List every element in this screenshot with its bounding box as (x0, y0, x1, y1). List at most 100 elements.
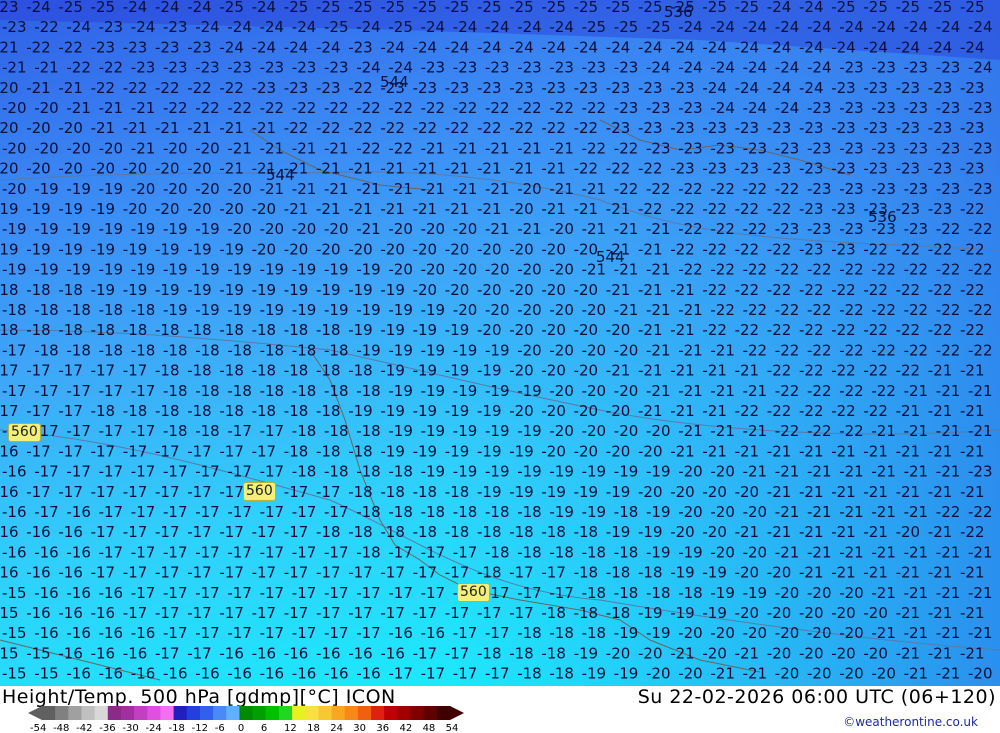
temperature-value: -20 (702, 483, 727, 501)
temperature-value: -21 (960, 644, 985, 662)
temperature-map: -23-24-25-25-24-24-24-25-24-25-25-25-25-… (0, 0, 1000, 686)
temperature-value: -17 (2, 382, 27, 400)
temperature-value: -19 (219, 281, 244, 299)
temperature-value: -20 (477, 240, 502, 258)
temperature-value: -21 (896, 483, 921, 501)
temperature-value: -21 (260, 139, 285, 157)
temperature-value: -24 (831, 38, 856, 56)
temperature-value: -17 (445, 604, 470, 622)
temperature-value: -21 (380, 160, 405, 178)
temperature-value: -18 (582, 543, 607, 561)
temperature-value: -22 (509, 119, 534, 137)
temperature-value: -23 (960, 160, 985, 178)
temperature-value: -19 (380, 442, 405, 460)
temperature-value: -20 (477, 321, 502, 339)
temperature-value: -24 (735, 38, 760, 56)
temperature-value: -17 (413, 604, 438, 622)
temperature-value: -25 (831, 0, 856, 16)
temperature-value: -18 (252, 402, 277, 420)
temperature-value: -17 (509, 604, 534, 622)
temperature-value: -20 (541, 442, 566, 460)
temperature-value: -23 (187, 38, 212, 56)
temperature-value: -21 (421, 139, 446, 157)
temperature-value: -23 (477, 79, 502, 97)
temperature-value: -21 (960, 604, 985, 622)
temperature-value: -20 (646, 422, 671, 440)
credit-link[interactable]: ©weatherontine.co.uk (843, 715, 978, 729)
height-label: 536 (664, 3, 693, 21)
temperature-value: -23 (227, 59, 252, 77)
temperature-value: -22 (767, 402, 792, 420)
temperature-value: -22 (292, 99, 317, 117)
temperature-value: -21 (928, 644, 953, 662)
temperature-value: -24 (227, 18, 252, 36)
temperature-value: -22 (549, 99, 574, 117)
temperature-value: -17 (453, 543, 478, 561)
temperature-value: -20 (775, 665, 800, 683)
temperature-value: -21 (968, 624, 993, 642)
temperature-value: -22 (670, 200, 695, 218)
temperature-value: -19 (91, 240, 116, 258)
temperature-value: -17 (509, 564, 534, 582)
temperature-value: -17 (163, 503, 188, 521)
temperature-value: -21 (831, 523, 856, 541)
temperature-value: -21 (799, 483, 824, 501)
temperature-value: -22 (871, 382, 896, 400)
temperature-value: -17 (187, 564, 212, 582)
temperature-value: -23 (678, 139, 703, 157)
temperature-value: -21 (904, 503, 929, 521)
temperature-value: -23 (574, 79, 599, 97)
temperature-value: -19 (646, 543, 671, 561)
temperature-value: -24 (807, 18, 832, 36)
temperature-value: -22 (517, 99, 542, 117)
scale-swatch (410, 706, 425, 720)
temperature-value: -17 (99, 382, 124, 400)
temperature-value: -17 (227, 422, 252, 440)
temperature-value: -17 (453, 624, 478, 642)
temperature-value: -19 (195, 220, 220, 238)
temperature-value: -19 (2, 220, 27, 238)
temperature-value: -22 (227, 99, 252, 117)
temperature-value: -20 (155, 160, 180, 178)
temperature-value: -23 (348, 38, 373, 56)
temperature-value: -17 (541, 564, 566, 582)
temperature-value: -18 (517, 624, 542, 642)
temperature-value: -22 (702, 321, 727, 339)
scale-swatch (94, 706, 109, 720)
temperature-value: -18 (509, 523, 534, 541)
temperature-value: -18 (163, 422, 188, 440)
temperature-value: -19 (356, 301, 381, 319)
temperature-value: -17 (99, 422, 124, 440)
temperature-value: -17 (123, 442, 148, 460)
temperature-value: -20 (799, 604, 824, 622)
temperature-value: -21 (807, 463, 832, 481)
temperature-value: -21 (670, 362, 695, 380)
temperature-value: -18 (574, 604, 599, 622)
temperature-value: -25 (541, 0, 566, 16)
temperature-value: -18 (26, 281, 51, 299)
temperature-value: -22 (702, 240, 727, 258)
temperature-value: -19 (58, 200, 83, 218)
temperature-value: -21 (839, 543, 864, 561)
temperature-value: -19 (26, 240, 51, 258)
temperature-value: -16 (421, 624, 446, 642)
temperature-value: -21 (735, 523, 760, 541)
temperature-value: -17 (227, 624, 252, 642)
scale-swatch (42, 706, 56, 720)
temperature-value: -16 (0, 442, 19, 460)
temperature-value: -17 (2, 341, 27, 359)
temperature-value: -19 (66, 220, 91, 238)
temperature-value: -21 (960, 402, 985, 420)
temperature-value: -19 (670, 564, 695, 582)
temperature-value: -21 (445, 200, 470, 218)
temperature-value: -22 (678, 220, 703, 238)
temperature-value: -25 (388, 18, 413, 36)
temperature-value: -20 (316, 240, 341, 258)
temperature-value: -25 (316, 0, 341, 16)
temperature-value: -18 (549, 543, 574, 561)
temperature-value: -18 (155, 362, 180, 380)
temperature-value: -23 (767, 119, 792, 137)
temperature-value: -20 (0, 160, 19, 178)
temperature-value: -21 (670, 281, 695, 299)
scale-tick-label: 30 (353, 723, 366, 733)
